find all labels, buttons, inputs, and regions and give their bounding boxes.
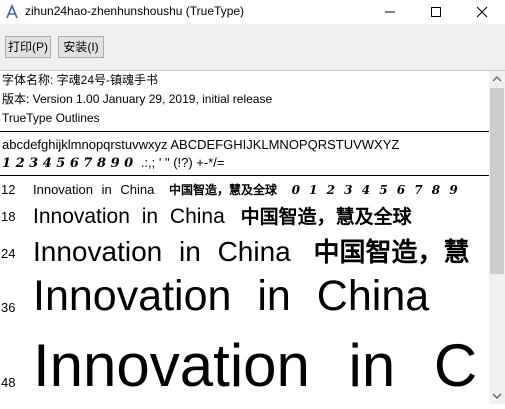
scroll-down-button[interactable] [489,388,505,404]
maximize-icon [431,7,441,17]
install-button[interactable]: 安装(I) [58,36,104,58]
size-label-12: 12 [1,182,16,197]
size-label-48: 48 [1,375,16,390]
font-version-line: 版本: Version 1.00 January 29, 2019, initi… [2,92,273,106]
title-bar: zihun24hao-zhenhunshoushu (TrueType) [0,0,505,24]
font-preview-area: 字体名称: 字魂24号-镇魂手书 版本: Version 1.00 Januar… [0,71,489,404]
sample-latin: Innovation in China [33,236,291,267]
letters-sample: abcdefghijklmnopqrstuvwxyz ABCDEFGHIJKLM… [2,137,400,152]
sample-cjk: 中国智造，慧及全球 [168,183,277,197]
minimize-button[interactable] [367,0,413,24]
sample-row-36: Innovation in China [33,272,429,321]
window-title: zihun24hao-zhenhunshoushu (TrueType) [25,4,245,18]
font-type-line: TrueType Outlines [2,111,100,125]
close-icon [476,6,488,18]
sample-row-12: Innovation in China 中国智造，慧及全球 0 1 2 3 4 … [33,181,458,198]
sample-digits: 0 1 2 3 4 5 6 7 8 9 [291,183,458,197]
sample-row-48: Innovation in C [33,331,477,400]
punct-sample: .:,; ' " (!?) +-*/= [140,155,225,170]
scroll-up-button[interactable] [489,71,505,87]
toolbar: 打印(P) 安装(I) [0,24,505,71]
sample-row-18: Innovation in China 中国智造，慧及全球 [33,202,412,229]
separator [0,175,489,176]
size-label-18: 18 [1,209,16,224]
chevron-up-icon [492,76,502,82]
sample-latin: Innovation in China [33,182,155,197]
chevron-down-icon [492,393,502,399]
maximize-button[interactable] [413,0,459,24]
vertical-scrollbar[interactable] [489,71,505,404]
sample-latin: Innovation in C [33,332,478,399]
scroll-thumb[interactable] [490,88,504,274]
font-name-line: 字体名称: 字魂24号-镇魂手书 [2,73,159,87]
minimize-icon [385,11,395,13]
sample-cjk: 中国智造，慧及全球 [240,206,412,228]
print-button[interactable]: 打印(P) [5,36,51,58]
sample-row-24: Innovation in China 中国智造，慧 [33,232,470,269]
digits-sample: 1 2 3 4 5 6 7 8 9 0 [2,156,134,171]
sample-cjk: 中国智造，慧 [313,238,470,268]
sample-latin: Innovation in China [33,205,225,228]
sample-latin: Innovation in China [33,272,430,320]
separator [0,131,489,132]
close-button[interactable] [459,0,505,24]
size-label-24: 24 [1,246,16,261]
font-file-icon [6,4,18,19]
size-label-36: 36 [1,300,16,315]
digits-punct-sample: 1 2 3 4 5 6 7 8 9 0 .:,; ' " (!?) +-*/= [2,155,225,171]
